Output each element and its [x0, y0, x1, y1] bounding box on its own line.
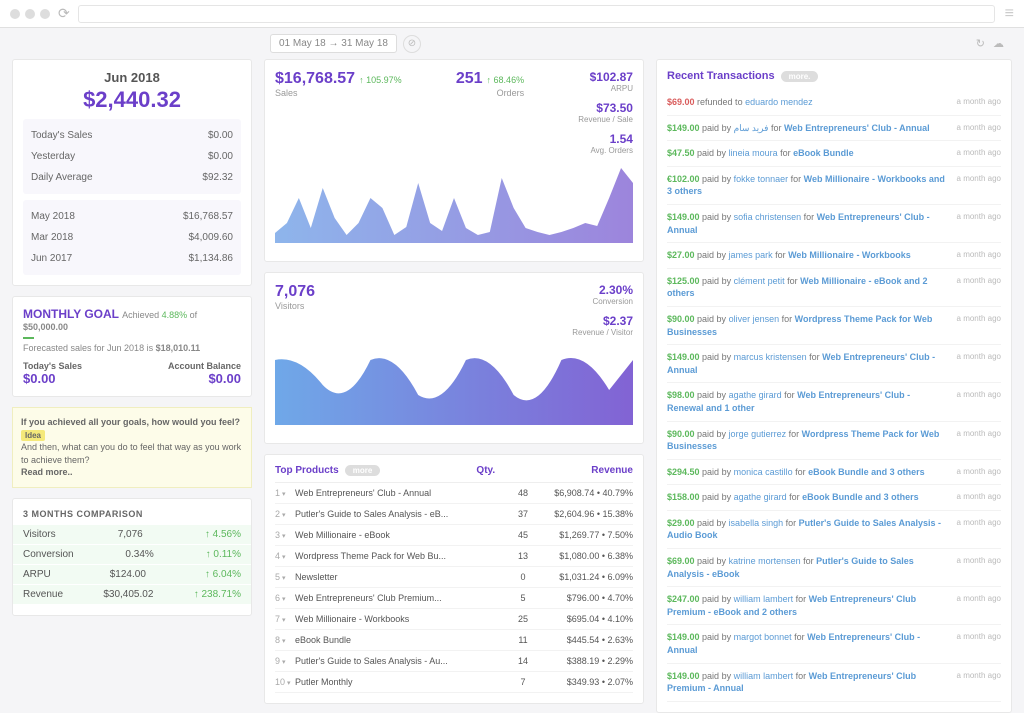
transaction-row[interactable]: $69.00 refunded to eduardo mendeza month…: [667, 90, 1001, 116]
products-title: Top Products: [275, 465, 339, 476]
past-row: Mar 2018$4,009.60: [31, 227, 233, 248]
transactions-card: Recent Transactionsmore. $69.00 refunded…: [656, 59, 1012, 713]
transaction-row[interactable]: $149.00 paid by فريد سام for Web Entrepr…: [667, 116, 1001, 142]
window-controls[interactable]: [10, 9, 50, 19]
comparison-row: Visitors7,076↑ 4.56%: [13, 525, 251, 544]
reload-icon[interactable]: ⟳: [58, 5, 70, 22]
side-metric: $73.50Revenue / Sale: [578, 101, 633, 124]
transaction-row[interactable]: $27.00 paid by james park for Web Millio…: [667, 243, 1001, 269]
transaction-row[interactable]: $90.00 paid by jorge gutierrez for Wordp…: [667, 422, 1001, 460]
transaction-row[interactable]: $125.00 paid by clément petit for Web Mi…: [667, 269, 1001, 307]
transaction-row[interactable]: $149.00 paid by sofia christensen for We…: [667, 205, 1001, 243]
sales-chart-card: $16,768.57↑ 105.97%Sales 251↑ 68.46%Orde…: [264, 59, 644, 262]
comparison-row: Revenue$30,405.02↑ 238.71%: [13, 585, 251, 604]
comparison-row: Conversion0.34%↑ 0.11%: [13, 545, 251, 564]
transaction-row[interactable]: $98.00 paid by agathe girard for Web Ent…: [667, 383, 1001, 421]
transaction-row[interactable]: $158.00 paid by agathe girard for eBook …: [667, 485, 1001, 511]
date-range-picker[interactable]: 01 May 18 → 31 May 18: [270, 34, 397, 53]
transaction-row[interactable]: $149.00 paid by marcus kristensen for We…: [667, 345, 1001, 383]
product-row[interactable]: 10▾Putler Monthly7$349.93 • 2.07%: [275, 672, 633, 693]
transaction-row[interactable]: $29.00 paid by isabella singh for Putler…: [667, 511, 1001, 549]
product-row[interactable]: 1▾Web Entrepreneurs' Club - Annual48$6,9…: [275, 483, 633, 504]
more-badge[interactable]: more.: [781, 71, 819, 82]
comparison-row: ARPU$124.00↑ 6.04%: [13, 565, 251, 584]
transaction-row[interactable]: $149.00 paid by margot bonnet for Web En…: [667, 625, 1001, 663]
read-more-link[interactable]: Read more..: [21, 467, 73, 477]
transaction-row[interactable]: $294.50 paid by monica castillo for eBoo…: [667, 460, 1001, 486]
browser-topbar: ⟳ ≡: [0, 0, 1024, 28]
date-toolbar: 01 May 18 → 31 May 18 ⊘ ↻ ☁: [0, 28, 1024, 59]
visitors-chart-card: 7,076Visitors 2.30%Conversion$2.37Revenu…: [264, 272, 644, 444]
month-amount: $2,440.32: [23, 87, 241, 113]
product-row[interactable]: 5▾Newsletter0$1,031.24 • 6.09%: [275, 567, 633, 588]
daily-row: Yesterday$0.00: [31, 146, 233, 167]
sync-icon[interactable]: ↻: [976, 37, 985, 50]
transaction-row[interactable]: $247.00 paid by william lambert for Web …: [667, 587, 1001, 625]
transaction-row[interactable]: $90.00 paid by oliver jensen for Wordpre…: [667, 307, 1001, 345]
visitors-chart: [275, 345, 633, 425]
product-row[interactable]: 8▾eBook Bundle11$445.54 • 2.63%: [275, 630, 633, 651]
past-row: Jun 2017$1,134.86: [31, 248, 233, 269]
side-metric: 2.30%Conversion: [572, 283, 633, 306]
month-summary-card: Jun 2018 $2,440.32 Today's Sales$0.00Yes…: [12, 59, 252, 286]
goal-title: MONTHLY GOAL: [23, 307, 119, 321]
top-products-card: Top Productsmore Qty. Revenue 1▾Web Entr…: [264, 454, 644, 704]
daily-row: Daily Average$92.32: [31, 167, 233, 188]
past-row: May 2018$16,768.57: [31, 206, 233, 227]
product-row[interactable]: 3▾Web Millionaire - eBook45$1,269.77 • 7…: [275, 525, 633, 546]
transaction-row[interactable]: $149.00 paid by william lambert for Web …: [667, 664, 1001, 702]
product-row[interactable]: 2▾Putler's Guide to Sales Analysis - eB.…: [275, 504, 633, 525]
goal-card: MONTHLY GOAL Achieved 4.88% of $50,000.0…: [12, 296, 252, 397]
idea-badge: Idea: [21, 430, 45, 441]
tip-card: If you achieved all your goals, how woul…: [12, 407, 252, 488]
transaction-row[interactable]: $47.50 paid by lineia moura for eBook Bu…: [667, 141, 1001, 167]
product-row[interactable]: 7▾Web Millionaire - Workbooks25$695.04 •…: [275, 609, 633, 630]
url-input[interactable]: [78, 5, 995, 23]
daily-row: Today's Sales$0.00: [31, 125, 233, 146]
transaction-row[interactable]: $69.00 paid by katrine mortensen for Put…: [667, 549, 1001, 587]
side-metric: 1.54Avg. Orders: [578, 132, 633, 155]
menu-icon[interactable]: ≡: [1005, 5, 1014, 23]
product-row[interactable]: 6▾Web Entrepreneurs' Club Premium...5$79…: [275, 588, 633, 609]
settings-icon[interactable]: ☁: [993, 37, 1004, 50]
month-title: Jun 2018: [23, 70, 241, 85]
sales-chart: [275, 163, 633, 243]
product-row[interactable]: 4▾Wordpress Theme Pack for Web Bu...13$1…: [275, 546, 633, 567]
side-metric: $2.37Revenue / Visitor: [572, 314, 633, 337]
more-badge[interactable]: more: [345, 465, 381, 476]
comparison-card: 3 MONTHS COMPARISON Visitors7,076↑ 4.56%…: [12, 498, 252, 616]
clear-date-icon[interactable]: ⊘: [403, 35, 421, 53]
transaction-row[interactable]: €102.00 paid by fokke tonnaer for Web Mi…: [667, 167, 1001, 205]
product-row[interactable]: 9▾Putler's Guide to Sales Analysis - Au.…: [275, 651, 633, 672]
side-metric: $102.87ARPU: [578, 70, 633, 93]
